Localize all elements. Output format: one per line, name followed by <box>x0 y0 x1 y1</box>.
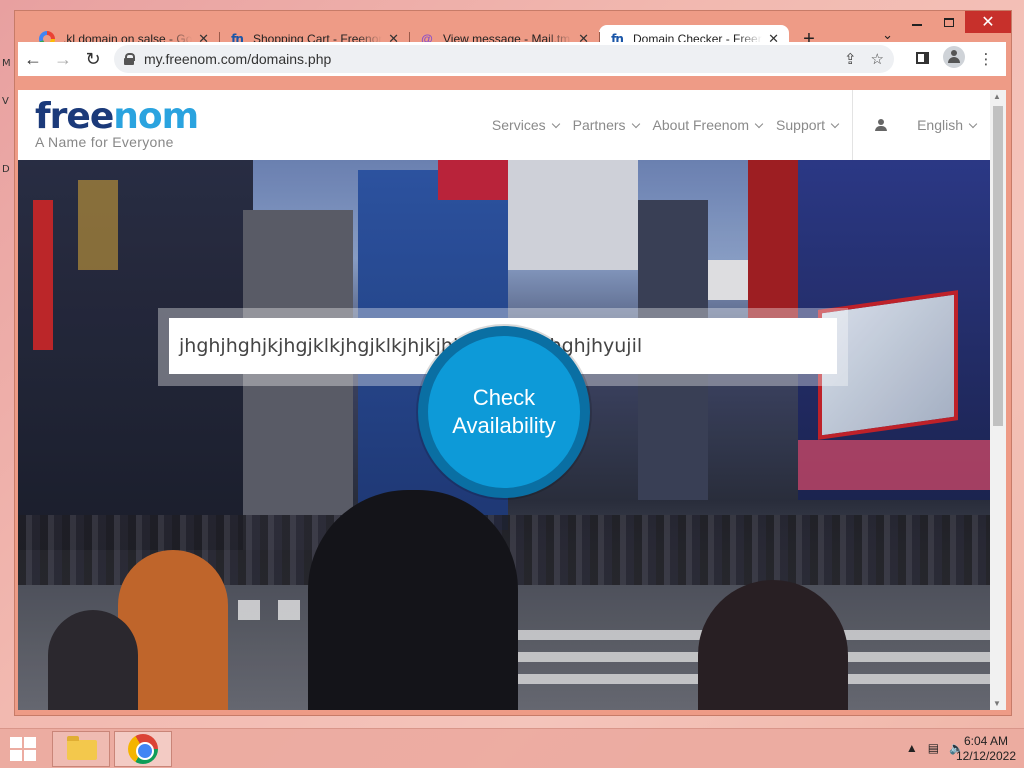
folder-icon <box>67 736 97 760</box>
windows-taskbar: ▲ ▤ 🔈 6:04 AM 12/12/2022 <box>0 728 1024 768</box>
main-nav: Services Partners About Freenom Support … <box>478 90 978 160</box>
address-bar[interactable]: my.freenom.com/domains.php ⇪ ☆ <box>114 45 894 73</box>
hero-city-background: jhghjhghjkjhgjklkjhgjklkjhjkjhjkjhgjhgjk… <box>18 160 990 710</box>
chevron-down-icon <box>754 119 764 128</box>
taskbar-file-explorer[interactable] <box>52 731 110 767</box>
chevron-down-icon <box>830 119 840 128</box>
chrome-icon <box>128 734 158 764</box>
windows-start-icon[interactable] <box>8 736 38 762</box>
share-icon[interactable]: ⇪ <box>844 50 857 68</box>
scroll-down-icon[interactable]: ▼ <box>993 699 1001 708</box>
page-viewport: freenom A Name for Everyone Services Par… <box>18 90 990 710</box>
network-icon[interactable]: ▤ <box>928 741 939 755</box>
user-account-icon[interactable] <box>875 119 888 131</box>
menu-kebab-icon[interactable]: ⋮ <box>970 50 1002 68</box>
lock-icon[interactable] <box>124 53 135 65</box>
nav-services[interactable]: Services <box>492 117 560 133</box>
address-url[interactable]: my.freenom.com/domains.php <box>144 51 830 67</box>
chevron-down-icon <box>551 119 560 128</box>
chevron-down-icon <box>631 119 640 128</box>
chevron-down-icon <box>968 119 978 128</box>
freenom-logo[interactable]: freenom A Name for Everyone <box>35 98 199 151</box>
nav-partners[interactable]: Partners <box>573 117 640 133</box>
taskbar-clock[interactable]: 6:04 AM 12/12/2022 <box>956 734 1016 764</box>
scroll-up-icon[interactable]: ▲ <box>993 92 1001 101</box>
nav-divider <box>852 90 854 160</box>
forward-icon[interactable]: → <box>48 44 78 74</box>
back-icon[interactable]: ← <box>18 44 48 74</box>
desktop-icon-fragment: V <box>2 96 9 107</box>
nav-support[interactable]: Support <box>776 117 840 133</box>
page-scrollbar[interactable]: ▲ ▼ <box>990 90 1006 710</box>
language-selector[interactable]: English <box>917 117 978 133</box>
tray-arrow-icon[interactable]: ▲ <box>906 741 918 755</box>
browser-toolbar: ← → ↻ my.freenom.com/domains.php ⇪ ☆ ⋮ <box>18 42 1006 76</box>
taskbar-chrome[interactable] <box>114 731 172 767</box>
scrollbar-thumb[interactable] <box>993 106 1003 426</box>
side-panel-icon[interactable] <box>906 51 938 68</box>
reload-icon[interactable]: ↻ <box>78 44 108 74</box>
desktop-icon-fragment: M <box>2 58 11 69</box>
bookmark-star-icon[interactable]: ☆ <box>871 50 884 68</box>
check-availability-button[interactable]: Check Availability <box>418 326 590 498</box>
nav-about[interactable]: About Freenom <box>653 117 764 133</box>
desktop-icon-fragment: D <box>2 164 10 175</box>
logo-tagline: A Name for Everyone <box>35 134 174 150</box>
profile-icon[interactable] <box>938 46 970 72</box>
site-header: freenom A Name for Everyone Services Par… <box>18 90 990 160</box>
tab-search-chevron-icon[interactable]: ⌄ <box>882 27 893 43</box>
